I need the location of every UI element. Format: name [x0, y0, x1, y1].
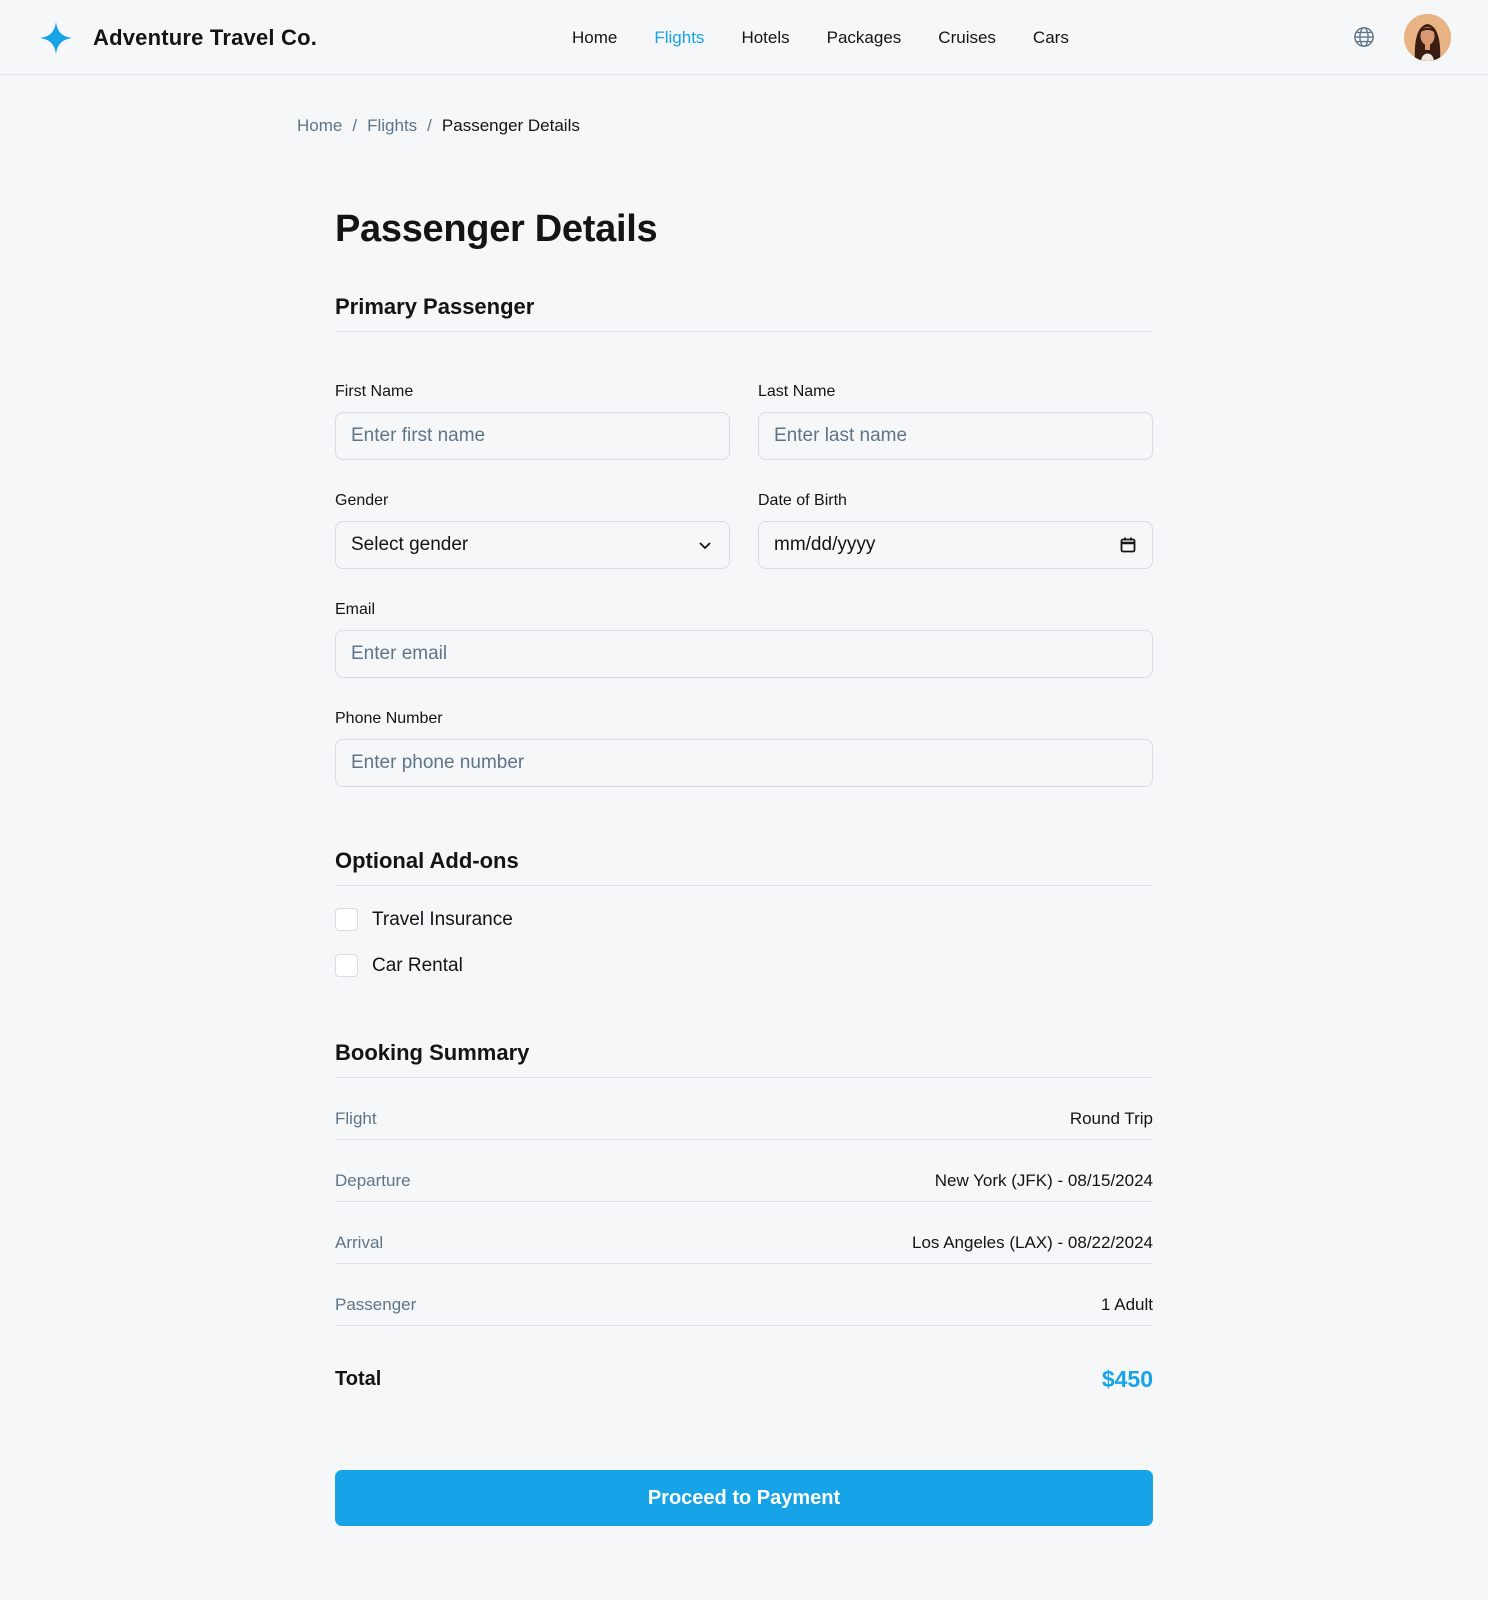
email-label: Email [335, 601, 376, 618]
summary-value: Los Angeles (LAX) - 08/22/2024 [912, 1233, 1153, 1252]
phone-label: Phone Number [335, 710, 443, 727]
globe-icon[interactable] [1353, 26, 1375, 48]
summary-key: Arrival [335, 1233, 384, 1252]
addons-title: Optional Add-ons [335, 848, 519, 873]
dob-input[interactable]: mm/dd/yyyy [758, 521, 1153, 569]
summary-key: Passenger [335, 1295, 417, 1314]
email-input[interactable]: Enter email [335, 630, 1153, 678]
last-name-input[interactable]: Enter last name [758, 412, 1153, 460]
top-navigation-bar: Adventure Travel Co. Home Flights Hotels… [0, 0, 1488, 75]
car-rental-label[interactable]: Car Rental [372, 955, 463, 977]
summary-row-arrival: Arrival Los Angeles (LAX) - 08/22/2024 [335, 1202, 1153, 1264]
section-divider [335, 331, 1153, 332]
car-rental-checkbox[interactable] [335, 954, 358, 977]
nav-home[interactable]: Home [572, 26, 617, 50]
nav-packages[interactable]: Packages [827, 26, 902, 50]
last-name-label: Last Name [758, 383, 836, 400]
first-name-label: First Name [335, 383, 414, 400]
brand[interactable]: Adventure Travel Co. [40, 20, 317, 56]
nav-cars[interactable]: Cars [1033, 26, 1069, 50]
section-divider [335, 885, 1153, 886]
nav-flights[interactable]: Flights [654, 26, 704, 50]
booking-summary-title: Booking Summary [335, 1040, 530, 1065]
travel-insurance-checkbox[interactable] [335, 908, 358, 931]
summary-row-flight: Flight Round Trip [335, 1078, 1153, 1140]
gender-select[interactable]: Select gender [335, 521, 730, 569]
summary-value: 1 Adult [1101, 1295, 1153, 1314]
summary-value: Round Trip [1069, 1109, 1153, 1128]
brand-name: Adventure Travel Co. [93, 25, 318, 50]
calendar-icon[interactable] [1118, 535, 1138, 555]
user-avatar[interactable] [1404, 14, 1451, 61]
primary-passenger-title: Primary Passenger [335, 294, 535, 319]
nav-cruises[interactable]: Cruises [938, 26, 996, 50]
dob-label: Date of Birth [758, 492, 847, 509]
dob-placeholder: mm/dd/yyyy [774, 534, 876, 555]
summary-value: New York (JFK) - 08/15/2024 [934, 1171, 1153, 1190]
summary-key: Departure [335, 1171, 411, 1190]
gender-label: Gender [335, 492, 389, 509]
summary-row-passenger: Passenger 1 Adult [335, 1264, 1153, 1326]
summary-row-departure: Departure New York (JFK) - 08/15/2024 [335, 1140, 1153, 1202]
proceed-to-payment-button[interactable]: Proceed to Payment [335, 1470, 1153, 1526]
total-value: $450 [1101, 1366, 1153, 1392]
breadcrumb-separator: / [352, 116, 358, 135]
chevron-down-icon [699, 542, 711, 550]
avatar-portrait [1404, 14, 1451, 61]
summary-key: Flight [335, 1109, 377, 1128]
first-name-input[interactable]: Enter first name [335, 412, 730, 460]
page-title: Passenger Details [335, 208, 658, 250]
sparkle-logo-icon [40, 22, 72, 54]
total-label: Total [335, 1368, 382, 1390]
nav-hotels[interactable]: Hotels [741, 26, 789, 50]
breadcrumb-home[interactable]: Home [297, 114, 342, 138]
breadcrumb-separator: / [427, 116, 432, 135]
travel-insurance-label[interactable]: Travel Insurance [372, 909, 513, 931]
addon-travel-insurance[interactable]: Travel Insurance [335, 908, 513, 931]
breadcrumb-current: Passenger Details [441, 116, 580, 135]
addon-car-rental[interactable]: Car Rental [335, 954, 463, 977]
main-nav: Home Flights Hotels Packages Cruises Car… [572, 26, 1106, 50]
breadcrumb: Home / Flights / Passenger Details [297, 114, 580, 138]
breadcrumb-flights[interactable]: Flights [367, 114, 417, 138]
phone-input[interactable]: Enter phone number [335, 739, 1153, 787]
gender-select-value: Select gender [351, 534, 469, 555]
